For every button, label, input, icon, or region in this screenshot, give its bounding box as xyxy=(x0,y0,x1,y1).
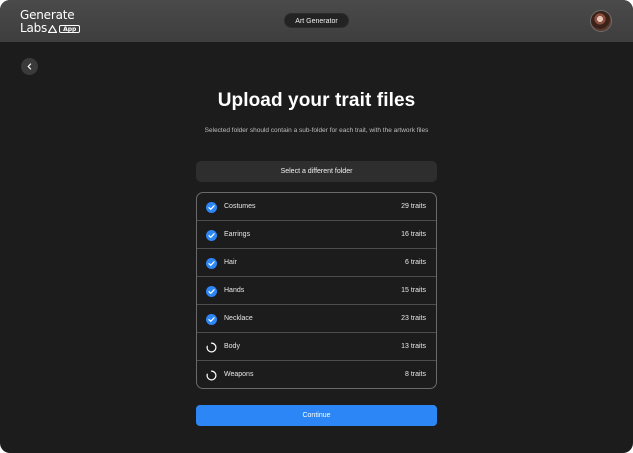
logo-mark-icon xyxy=(47,24,58,34)
list-item[interactable]: Earrings 16 traits xyxy=(197,221,436,249)
logo-app-badge: App xyxy=(59,25,81,33)
logo-text-line2: Labs xyxy=(20,21,48,35)
trait-name: Body xyxy=(224,343,240,350)
trait-name: Earrings xyxy=(224,231,251,238)
top-bar: Generate Labs App Art Generator xyxy=(0,0,633,42)
check-circle-icon xyxy=(206,313,217,325)
trait-count: 29 traits xyxy=(401,203,426,210)
page-title: Upload your trait files xyxy=(217,90,416,111)
trait-name: Weapons xyxy=(224,371,254,378)
list-item[interactable]: Hair 6 traits xyxy=(197,249,436,277)
logo-text-line1: Generate xyxy=(20,8,75,22)
loading-spinner-icon xyxy=(206,370,217,380)
trait-count: 23 traits xyxy=(401,315,426,322)
list-item[interactable]: Costumes 29 traits xyxy=(197,193,436,221)
app-window: Generate Labs App Art Generator Upload yo… xyxy=(0,0,633,453)
check-circle-icon xyxy=(206,201,217,213)
check-circle-icon xyxy=(206,285,217,297)
list-item[interactable]: Necklace 23 traits xyxy=(197,305,436,333)
check-circle-icon xyxy=(206,257,217,269)
trait-count: 6 traits xyxy=(404,259,426,266)
loading-spinner-icon xyxy=(206,342,217,352)
trait-count: 16 traits xyxy=(401,231,426,238)
avatar[interactable] xyxy=(590,10,612,32)
trait-name: Costumes xyxy=(224,203,256,210)
trait-name: Necklace xyxy=(224,315,253,322)
list-item[interactable]: Hands 15 traits xyxy=(197,277,436,305)
app-logo[interactable]: Generate Labs App xyxy=(20,8,81,35)
trait-count: 15 traits xyxy=(401,287,426,294)
select-folder-button[interactable]: Select a different folder xyxy=(196,161,437,182)
chevron-left-icon xyxy=(27,63,32,70)
trait-count: 8 traits xyxy=(404,371,426,378)
trait-name: Hands xyxy=(224,287,245,294)
page-subtitle: Selected folder should contain a sub-fol… xyxy=(204,127,429,134)
trait-count: 13 traits xyxy=(401,343,426,350)
check-circle-icon xyxy=(206,229,217,241)
trait-list: Costumes 29 traits Earrings 16 traits Ha… xyxy=(196,192,437,389)
trait-name: Hair xyxy=(224,259,237,266)
continue-button[interactable]: Continue xyxy=(196,405,437,426)
back-button[interactable] xyxy=(21,58,38,75)
list-item[interactable]: Body 13 traits xyxy=(197,333,436,361)
list-item[interactable]: Weapons 8 traits xyxy=(197,361,436,388)
section-pill[interactable]: Art Generator xyxy=(284,13,349,28)
